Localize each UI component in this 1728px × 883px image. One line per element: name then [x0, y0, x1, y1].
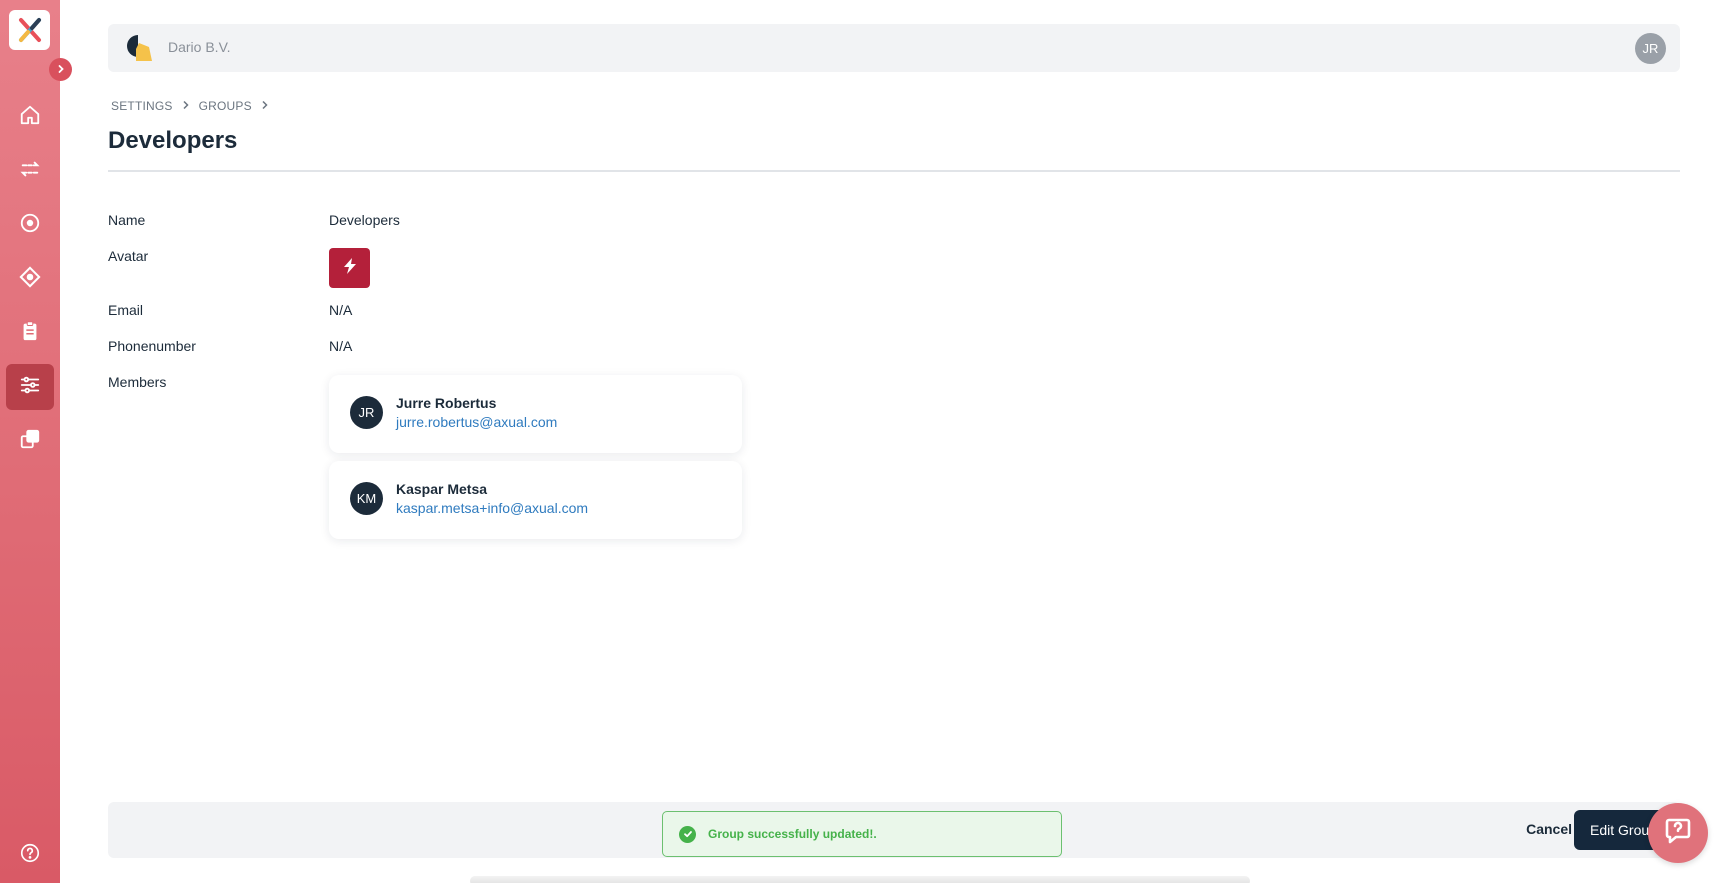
- member-email-link[interactable]: jurre.robertus@axual.com: [396, 414, 557, 430]
- member-name: Jurre Robertus: [396, 395, 497, 411]
- group-avatar: [329, 248, 370, 288]
- sidebar-item-settings[interactable]: [6, 364, 54, 410]
- lightning-bolt-icon: [341, 257, 359, 280]
- sidebar: [0, 0, 60, 883]
- chat-support-icon: [1662, 815, 1694, 852]
- check-circle-icon: [679, 825, 696, 843]
- email-value: N/A: [329, 302, 353, 318]
- org-name[interactable]: Dario B.V.: [168, 39, 231, 55]
- email-label: Email: [108, 302, 144, 318]
- clipboard-icon: [19, 320, 41, 347]
- page-bottom-edge: [470, 876, 1250, 883]
- page-title: Developers: [108, 127, 238, 154]
- phone-label: Phonenumber: [108, 338, 196, 354]
- breadcrumb-groups[interactable]: GROUPS: [199, 99, 252, 113]
- member-email-link[interactable]: kaspar.metsa+info@axual.com: [396, 500, 588, 516]
- target-icon: [19, 212, 41, 239]
- sidebar-item-copy[interactable]: [6, 418, 54, 464]
- help-button[interactable]: [6, 832, 54, 878]
- member-card[interactable]: JR Jurre Robertus jurre.robertus@axual.c…: [329, 375, 742, 453]
- success-toast: Group successfully updated!.: [662, 811, 1062, 857]
- phone-value: N/A: [329, 338, 353, 354]
- axual-x-logo-icon[interactable]: [9, 10, 50, 50]
- sidebar-item-streams[interactable]: [6, 148, 54, 194]
- name-label: Name: [108, 212, 146, 228]
- settings-sliders-icon: [19, 374, 41, 401]
- chevron-right-icon: [182, 99, 190, 113]
- breadcrumb: SETTINGS GROUPS: [111, 99, 278, 113]
- user-avatar[interactable]: JR: [1635, 33, 1666, 64]
- toast-message: Group successfully updated!.: [708, 827, 877, 841]
- member-name: Kaspar Metsa: [396, 481, 488, 497]
- support-chat-button[interactable]: [1648, 803, 1708, 863]
- sidebar-item-home[interactable]: [6, 94, 54, 140]
- member-card[interactable]: KM Kaspar Metsa kaspar.metsa+info@axual.…: [329, 461, 742, 539]
- avatar: JR: [350, 396, 383, 429]
- name-value: Developers: [329, 212, 400, 228]
- avatar: KM: [350, 482, 383, 515]
- top-bar: Dario B.V. JR: [108, 24, 1680, 72]
- chevron-right-icon: [261, 99, 269, 113]
- cancel-button[interactable]: Cancel: [1526, 821, 1572, 837]
- sidebar-item-clipboard[interactable]: [6, 310, 54, 356]
- question-circle-icon: [19, 842, 41, 869]
- sidebar-item-target[interactable]: [6, 202, 54, 248]
- breadcrumb-settings[interactable]: SETTINGS: [111, 99, 173, 113]
- avatar-label: Avatar: [108, 248, 149, 264]
- home-icon: [19, 104, 41, 131]
- org-logo-icon[interactable]: [124, 33, 154, 63]
- members-label: Members: [108, 374, 167, 390]
- chevron-right-icon: [56, 61, 66, 79]
- sidebar-item-diamond[interactable]: [6, 256, 54, 302]
- copy-icon: [19, 428, 41, 455]
- divider: [108, 170, 1680, 172]
- sidebar-expand-button[interactable]: [49, 58, 72, 81]
- streams-transfer-icon: [19, 158, 41, 185]
- diamond-icon: [19, 265, 41, 293]
